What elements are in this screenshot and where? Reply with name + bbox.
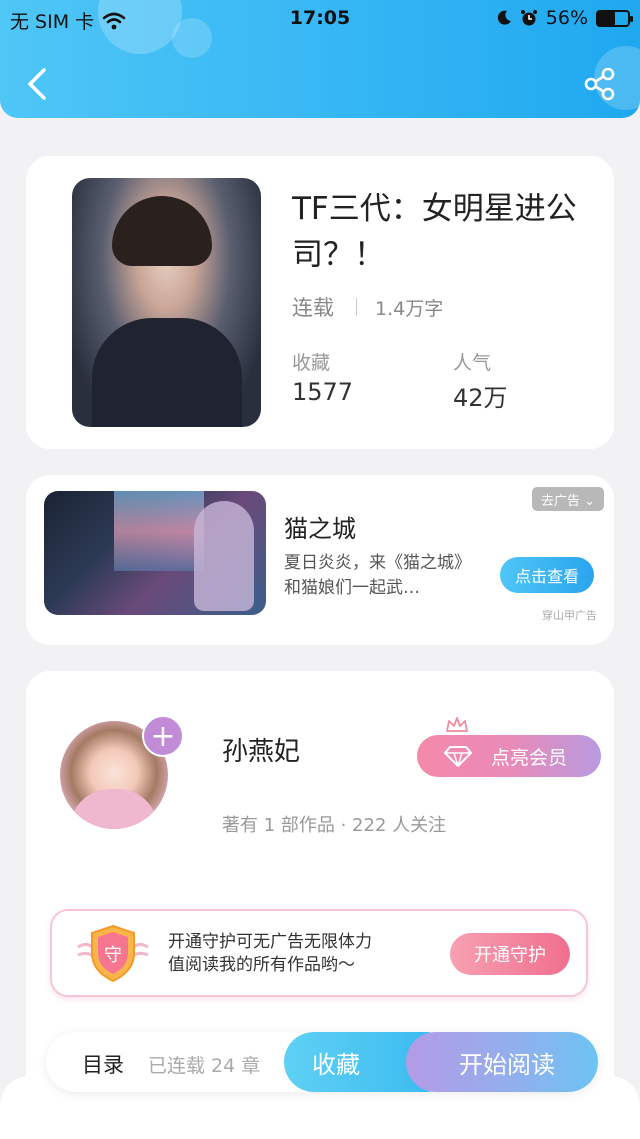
- crown-icon: [446, 717, 468, 732]
- battery-level: [598, 11, 615, 25]
- ad-title: 猫之城: [284, 515, 356, 543]
- back-button[interactable]: [22, 64, 52, 104]
- start-reading-button[interactable]: 开始阅读: [406, 1032, 598, 1092]
- vip-button-label: 点亮会员: [491, 746, 568, 769]
- chapter-count: 已连载 24 章: [148, 1055, 261, 1077]
- guard-promo-box: 守 开通守护可无广告无限体力 值阅读我的所有作品哟～ 开通守护: [50, 909, 588, 997]
- guard-shield-icon: 守: [77, 924, 149, 983]
- author-info: 著有 1 部作品 · 222 人关注: [222, 815, 447, 836]
- book-title: TF三代：女明星进公司？！: [292, 191, 577, 273]
- book-info-card: TF三代：女明星进公司？！ 连载 1.4万字 收藏 1577 人气 42万: [26, 156, 614, 449]
- bottom-action-bar: 目录 已连载 24 章 收藏 开始阅读: [46, 1032, 598, 1092]
- alarm-icon: [520, 10, 537, 26]
- favorites-value: 1577: [292, 378, 354, 406]
- author-name: 孙燕妃: [222, 737, 301, 767]
- ad-source-label: 穿山甲广告: [542, 609, 597, 622]
- diamond-icon: [444, 746, 472, 767]
- guard-badge-char: 守: [104, 945, 122, 966]
- open-guard-button[interactable]: 开通守护: [450, 933, 570, 975]
- ad-view-button[interactable]: 点击查看: [500, 557, 594, 593]
- remove-ad-button[interactable]: 去广告 ⌄: [532, 487, 604, 511]
- guard-description: 开通守护可无广告无限体力 值阅读我的所有作品哟～: [168, 931, 372, 977]
- ad-image[interactable]: [44, 491, 266, 615]
- book-meta: 连载 1.4万字: [292, 292, 443, 322]
- battery-icon: [596, 9, 633, 27]
- meta-divider: [356, 298, 357, 316]
- book-word-count: 1.4万字: [375, 297, 444, 320]
- moon-icon: [497, 10, 511, 25]
- book-status: 连载: [292, 296, 334, 320]
- ad-description: 夏日炎炎，来《猫之城》和猫娘们一起武…: [284, 553, 471, 598]
- follow-button[interactable]: +: [142, 715, 184, 757]
- popularity-value: 42万: [453, 384, 508, 412]
- book-cover-image[interactable]: [72, 178, 261, 427]
- top-header: 无 SIM 卡 17:05 56%: [0, 0, 640, 118]
- status-bar: 无 SIM 卡 17:05 56%: [0, 0, 640, 36]
- popularity-label: 人气: [453, 352, 492, 374]
- ad-card[interactable]: 去广告 ⌄ 猫之城 夏日炎炎，来《猫之城》和猫娘们一起武… 点击查看 穿山甲广告: [26, 475, 614, 645]
- share-button[interactable]: [582, 66, 618, 102]
- battery-percent: 56%: [545, 7, 588, 29]
- favorites-label: 收藏: [292, 352, 331, 374]
- guard-text-line1: 开通守护可无广告无限体力: [168, 932, 372, 952]
- vip-button[interactable]: 点亮会员: [417, 735, 601, 777]
- guard-text-line2: 值阅读我的所有作品哟～: [168, 955, 355, 975]
- toc-button[interactable]: 目录: [82, 1049, 124, 1079]
